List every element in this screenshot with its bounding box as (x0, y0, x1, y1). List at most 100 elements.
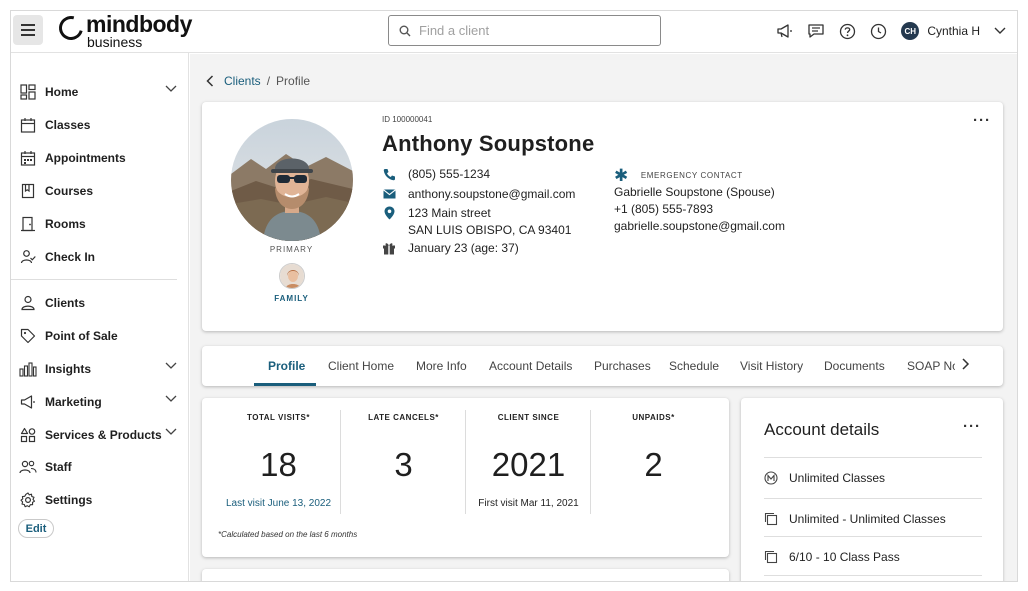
sidebar-item-courses[interactable]: Courses (19, 180, 177, 202)
account-row-divider (764, 575, 982, 576)
sidebar-item-home[interactable]: Home (19, 81, 177, 103)
primary-label: PRIMARY (269, 245, 314, 254)
emergency-contact-name: Gabrielle Soupstone (Spouse) (614, 185, 775, 199)
tag-icon (19, 327, 37, 345)
chevron-down-icon[interactable] (989, 20, 1011, 42)
tab-account-details[interactable]: Account Details (489, 346, 572, 386)
email-icon (382, 187, 396, 201)
client-email[interactable]: anthony.soupstone@gmail.com (408, 186, 575, 203)
sidebar-item-label: Clients (45, 296, 86, 310)
stats-footnote: *Calculated based on the last 6 months (218, 530, 358, 539)
breadcrumb: Clients / Profile (206, 74, 310, 88)
emergency-contact-label: EMERGENCY CONTACT (640, 171, 743, 180)
account-item[interactable]: Unlimited Classes (764, 457, 982, 497)
client-search[interactable] (388, 15, 661, 46)
person-check-icon (19, 248, 37, 266)
chevron-down-icon[interactable] (165, 428, 177, 436)
sidebar-item-clients[interactable]: Clients (19, 292, 177, 314)
hamburger-icon (21, 24, 35, 36)
sidebar-item-check-in[interactable]: Check In (19, 246, 177, 268)
client-address-line2: SAN LUIS OBISPO, CA 93401 (408, 223, 572, 237)
account-item-label: Unlimited - Unlimited Classes (789, 511, 946, 526)
messages-icon[interactable] (805, 20, 827, 42)
sidebar-item-appointments[interactable]: Appointments (19, 147, 177, 169)
client-birthday: January 23 (age: 37) (408, 241, 519, 255)
sidebar-item-label: Insights (45, 362, 92, 376)
account-details-card: Account details ··· Unlimited Classes Un… (741, 398, 1003, 581)
stat-client-since: CLIENT SINCE 2021 First visit Mar 11, 20… (466, 398, 591, 510)
sidebar-divider (11, 279, 177, 280)
client-phone[interactable]: (805) 555-1234 (408, 166, 490, 183)
tab-client-home[interactable]: Client Home (328, 346, 394, 386)
user-name[interactable]: Cynthia H (927, 24, 980, 38)
search-input[interactable] (419, 23, 639, 38)
main-content: Clients / Profile PRIMARY FAMILY ID 1000… (190, 54, 1017, 581)
tab-schedule[interactable]: Schedule (669, 346, 719, 386)
mindbody-logo[interactable]: mindbody business (54, 11, 192, 49)
sidebar-item-marketing[interactable]: Marketing (19, 391, 177, 413)
account-item-label: Unlimited Classes (789, 470, 886, 485)
sidebar-item-label: Rooms (45, 217, 86, 231)
more-options-icon[interactable]: ··· (963, 418, 981, 435)
family-label[interactable]: FAMILY (264, 294, 319, 303)
edit-nav-button[interactable]: Edit (18, 519, 54, 538)
calendar-grid-icon (19, 149, 37, 167)
account-item[interactable]: Unlimited - Unlimited Classes (764, 498, 982, 538)
bookmark-icon (19, 182, 37, 200)
tab-profile[interactable]: Profile (268, 346, 305, 386)
sidebar-item-staff[interactable]: Staff (19, 456, 177, 478)
stat-total-visits: TOTAL VISITS* 18 Last visit June 13, 202… (216, 398, 341, 510)
phone-row: (805) 555-1234 (382, 166, 490, 183)
tab-more-info[interactable]: More Info (416, 346, 467, 386)
sidebar-item-services-products[interactable]: Services & Products (19, 424, 177, 446)
people-icon (19, 458, 37, 476)
family-member-avatar[interactable] (279, 263, 305, 289)
stat-value: 18 (260, 446, 297, 483)
stat-label: UNPAIDS* (632, 413, 675, 422)
clock-icon[interactable] (867, 20, 889, 42)
gear-icon (19, 491, 37, 509)
breadcrumb-current: Profile (276, 74, 311, 88)
sidebar-item-label: Appointments (45, 151, 126, 165)
sidebar-item-settings[interactable]: Settings (19, 489, 177, 511)
logo-name: mindbody (86, 11, 192, 37)
breadcrumb-clients-link[interactable]: Clients (224, 74, 261, 88)
sidebar-item-classes[interactable]: Classes (19, 114, 177, 136)
help-icon[interactable] (836, 20, 858, 42)
chevron-right-icon[interactable] (960, 357, 970, 371)
profile-tabs: Profile Client Home More Info Account De… (202, 346, 1003, 386)
top-bar: mindbody business CH Cynthia H (11, 11, 1017, 53)
active-tab-indicator (254, 383, 316, 386)
client-name: Anthony Soupstone (382, 131, 595, 156)
chevron-down-icon[interactable] (165, 395, 177, 403)
search-icon (399, 25, 411, 36)
tab-visit-history[interactable]: Visit History (740, 346, 803, 386)
tab-purchases[interactable]: Purchases (594, 346, 651, 386)
stat-unpaids: UNPAIDS* 2 (591, 398, 716, 510)
last-visit-link[interactable]: Last visit June 13, 2022 (216, 498, 341, 509)
stat-value: 2021 (491, 446, 566, 483)
copy-icon (764, 550, 778, 564)
door-icon (19, 215, 37, 233)
megaphone-icon[interactable] (774, 20, 796, 42)
emergency-contact-email[interactable]: gabrielle.soupstone@gmail.com (614, 218, 785, 235)
more-options-icon[interactable]: ··· (973, 112, 991, 129)
client-photo[interactable] (231, 119, 353, 241)
copy-icon (764, 512, 778, 526)
sidebar-item-point-of-sale[interactable]: Point of Sale (19, 325, 177, 347)
stat-value: 3 (394, 446, 413, 483)
back-chevron-icon[interactable] (206, 75, 214, 87)
hamburger-menu-button[interactable] (13, 15, 43, 45)
chevron-down-icon[interactable] (165, 362, 177, 370)
sidebar-item-insights[interactable]: Insights (19, 358, 177, 380)
chevron-down-icon[interactable] (165, 85, 177, 93)
account-item[interactable]: 6/10 - 10 Class Pass (764, 536, 982, 576)
client-address-line1: 123 Main street (408, 206, 491, 220)
user-avatar[interactable]: CH (901, 22, 920, 40)
tab-soap-notes[interactable]: SOAP No (907, 346, 955, 386)
visit-stats-card: TOTAL VISITS* 18 Last visit June 13, 202… (202, 398, 729, 557)
emergency-contact-phone[interactable]: +1 (805) 555-7893 (614, 201, 785, 218)
sidebar-item-rooms[interactable]: Rooms (19, 213, 177, 235)
gift-icon (382, 241, 396, 255)
tab-documents[interactable]: Documents (824, 346, 885, 386)
